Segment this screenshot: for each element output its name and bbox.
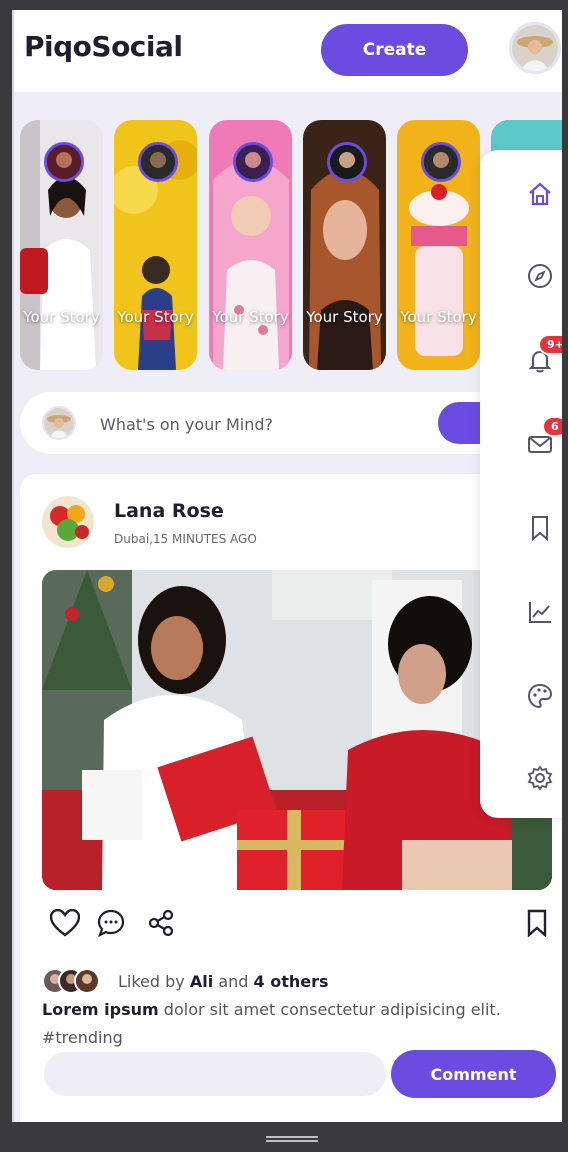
liked-by-name[interactable]: Ali (190, 972, 213, 991)
story-avatar (327, 142, 367, 182)
poster-avatar[interactable] (42, 496, 94, 548)
analytics-icon[interactable] (524, 596, 556, 628)
messages-icon[interactable]: 6 (524, 416, 562, 460)
poster-name[interactable]: Lana Rose (114, 500, 224, 522)
post-image[interactable] (42, 570, 552, 890)
liked-by-text: Liked by Ali and 4 others (118, 972, 329, 991)
story-avatar (233, 142, 273, 182)
comment-input[interactable] (44, 1052, 386, 1096)
create-button[interactable]: Create (321, 24, 468, 76)
explore-icon[interactable] (524, 260, 556, 292)
settings-icon[interactable] (524, 762, 556, 794)
post-caption: Lorem ipsum dolor sit amet consectetur a… (42, 1000, 501, 1047)
bookmarks-icon[interactable] (524, 512, 556, 544)
story-label: Your Story (117, 308, 194, 326)
story-label: Your Story (306, 308, 383, 326)
liker-avatar (74, 968, 100, 994)
bookmark-icon[interactable] (520, 906, 554, 940)
top-header: PiqoSocial Create (14, 10, 562, 92)
profile-avatar[interactable] (509, 22, 561, 74)
side-navigation: 9+ 6 (480, 150, 562, 818)
notifications-badge: 9+ (538, 334, 562, 355)
comment-icon[interactable] (94, 906, 128, 940)
like-icon[interactable] (48, 906, 82, 940)
story-card[interactable]: Your Story (397, 120, 480, 370)
story-card[interactable]: Your Story (209, 120, 292, 370)
story-avatar (138, 142, 178, 182)
story-avatar (421, 142, 461, 182)
share-icon[interactable] (144, 906, 178, 940)
story-card[interactable]: Your Story (20, 120, 103, 370)
app-screen: PiqoSocial Create Your Story Your Story … (12, 10, 562, 1122)
composer-avatar (42, 406, 76, 440)
liked-by-row: Liked by Ali and 4 others (42, 968, 542, 996)
home-icon[interactable] (524, 178, 556, 210)
notifications-icon[interactable]: 9+ (524, 334, 562, 376)
brand-logo[interactable]: PiqoSocial (24, 30, 183, 63)
messages-badge: 6 (542, 416, 562, 437)
comment-button[interactable]: Comment (391, 1050, 556, 1098)
story-card[interactable]: Your Story (114, 120, 197, 370)
theme-icon[interactable] (524, 680, 556, 712)
story-label: Your Story (400, 308, 477, 326)
post-meta: Dubai,15 MINUTES AGO (114, 532, 257, 546)
post-actions (42, 906, 552, 940)
story-label: Your Story (23, 308, 100, 326)
home-indicator[interactable] (266, 1136, 318, 1142)
story-avatar (44, 142, 84, 182)
status-input[interactable] (100, 411, 400, 437)
liked-by-others[interactable]: 4 others (254, 972, 329, 991)
story-card[interactable]: Your Story (303, 120, 386, 370)
hashtag[interactable]: #trending (42, 1028, 123, 1047)
story-label: Your Story (212, 308, 289, 326)
